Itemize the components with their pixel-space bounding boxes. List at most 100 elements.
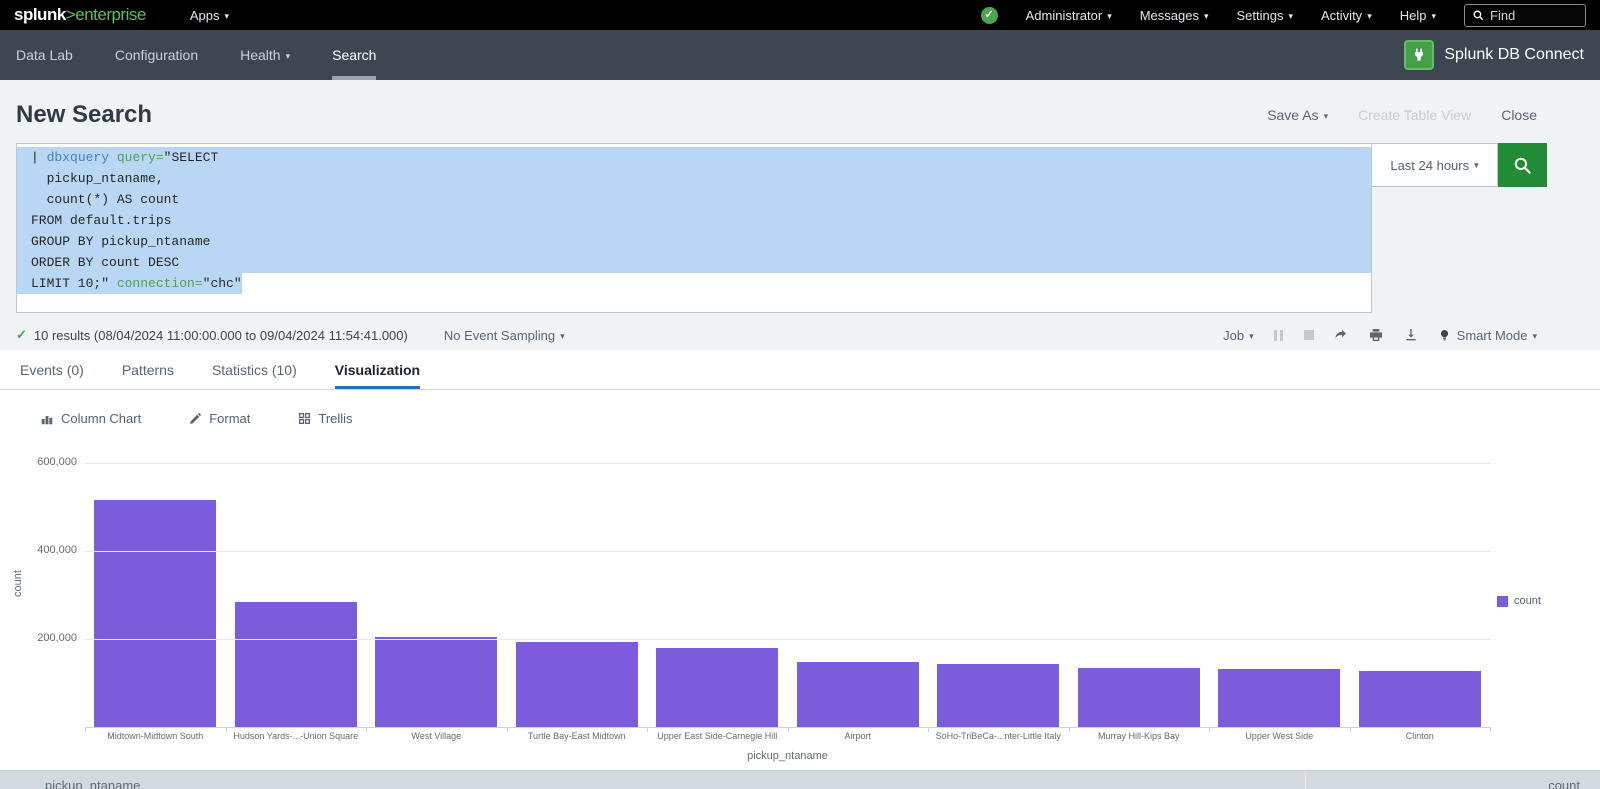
job-controls: Job Smart Mode (1223, 327, 1537, 343)
download-icon[interactable] (1403, 327, 1419, 343)
tab-patterns[interactable]: Patterns (122, 350, 174, 389)
search-query-input[interactable]: | dbxquery query="SELECT pickup_ntaname,… (16, 143, 1372, 313)
close-button[interactable]: Close (1501, 107, 1537, 123)
apps-menu[interactable]: Apps (190, 8, 229, 23)
gridline (85, 639, 1490, 640)
gridline (85, 463, 1490, 464)
splunk-logo[interactable]: splunk>enterprise (14, 5, 146, 25)
column-header-count[interactable]: count (1548, 778, 1580, 789)
find-box[interactable] (1464, 4, 1586, 27)
print-icon[interactable] (1368, 327, 1384, 343)
bar-upper-west-side[interactable] (1218, 669, 1340, 727)
bar-midtown-midtown-south[interactable] (94, 500, 216, 727)
x-tick (366, 727, 367, 732)
menu-help[interactable]: Help (1400, 8, 1436, 23)
results-summary: 10 results (08/04/2024 11:00:00.000 to 0… (34, 328, 408, 343)
run-search-button[interactable] (1498, 143, 1547, 187)
x-tick-label: Midtown-Midtown South (107, 731, 203, 741)
job-menu[interactable]: Job (1223, 328, 1254, 343)
header-links: Save As Create Table View Close (1267, 107, 1537, 123)
app-navbar: Data Lab Configuration Health Search Splunk… (0, 30, 1600, 80)
time-range-picker[interactable]: Last 24 hours (1372, 143, 1498, 187)
menu-settings[interactable]: Settings (1237, 8, 1294, 23)
bar-upper-east-side-carnegie-hill[interactable] (656, 648, 778, 727)
bar-slot: Clinton (1350, 463, 1491, 727)
bar-hudson-yards-union-square[interactable] (235, 602, 357, 727)
trellis-button[interactable]: Trellis (298, 411, 352, 426)
tab-visualization[interactable]: Visualization (335, 350, 420, 389)
create-table-view-button: Create Table View (1358, 107, 1471, 123)
topbar: splunk>enterprise Apps ✓ Administrator Me… (0, 0, 1600, 30)
search-mode-selector[interactable]: Smart Mode (1438, 328, 1537, 343)
x-tick (1490, 727, 1491, 732)
x-tick-label: Upper East Side-Carnegie Hill (657, 731, 777, 741)
db-connect-plug-icon (1404, 40, 1434, 70)
event-sampling-menu[interactable]: No Event Sampling (444, 328, 565, 343)
bar-airport[interactable] (797, 662, 919, 727)
format-button[interactable]: Format (189, 411, 250, 426)
bar-slot: Murray Hill-Kips Bay (1069, 463, 1210, 727)
x-tick (1350, 727, 1351, 732)
bar-turtle-bay-east-midtown[interactable] (516, 642, 638, 727)
header-row: New Search Save As Create Table View Clo… (16, 94, 1584, 136)
appnav-health[interactable]: Health (240, 30, 290, 80)
logo-brand: splunk (14, 5, 66, 24)
app-identity[interactable]: Splunk DB Connect (1404, 40, 1584, 70)
search-icon (1472, 9, 1485, 22)
share-icon[interactable] (1333, 327, 1349, 343)
x-tick (928, 727, 929, 732)
topbar-menus: Administrator Messages Settings Activity Hel… (1026, 8, 1436, 23)
statistics-table-header[interactable]: pickup_ntaname count (0, 770, 1600, 789)
query-line: GROUP BY pickup_ntaname (17, 231, 1371, 252)
chart-type-button[interactable]: Column Chart (40, 411, 141, 426)
status-check-icon[interactable]: ✓ (981, 7, 998, 24)
bar-clinton[interactable] (1359, 671, 1481, 727)
bar-west-village[interactable] (375, 637, 497, 727)
pencil-icon (189, 412, 202, 425)
y-tick-label: 600,000 (7, 456, 77, 468)
appnav-data-lab[interactable]: Data Lab (16, 30, 73, 80)
format-label: Format (209, 411, 250, 426)
appnav-configuration[interactable]: Configuration (115, 30, 198, 80)
save-as-button[interactable]: Save As (1267, 107, 1328, 123)
query-line: | dbxquery query="SELECT (17, 147, 1371, 168)
column-chart: count Midtown-Midtown SouthHudson Yards-… (0, 447, 1600, 770)
bar-slot: Upper West Side (1209, 463, 1350, 727)
bar-slot: Midtown-Midtown South (85, 463, 226, 727)
menu-administrator[interactable]: Administrator (1026, 8, 1112, 23)
bar-slot: Upper East Side-Carnegie Hill (647, 463, 788, 727)
results-check-icon: ✓ (16, 327, 27, 343)
x-tick-label: West Village (411, 731, 461, 741)
tab-statistics-10[interactable]: Statistics (10) (212, 350, 297, 389)
x-tick (788, 727, 789, 732)
mode-label: Smart Mode (1457, 328, 1537, 343)
find-input[interactable] (1490, 8, 1575, 23)
menu-messages[interactable]: Messages (1140, 8, 1209, 23)
y-tick-label: 400,000 (7, 544, 77, 556)
app-nav-items: Data Lab Configuration Health Search (16, 30, 418, 80)
trellis-label: Trellis (318, 411, 352, 426)
lightbulb-icon (1438, 328, 1451, 343)
menu-activity[interactable]: Activity (1321, 8, 1372, 23)
appnav-search[interactable]: Search (332, 30, 376, 80)
legend-label: count (1514, 595, 1541, 607)
query-line: pickup_ntaname, (17, 168, 1371, 189)
x-tick (85, 727, 86, 732)
logo-gt: > (66, 5, 75, 24)
trellis-grid-icon (298, 412, 311, 425)
chart-legend[interactable]: count (1497, 595, 1541, 607)
bar-slot: Turtle Bay-East Midtown (507, 463, 648, 727)
tab-events-0[interactable]: Events (0) (20, 350, 84, 389)
pause-icon[interactable] (1273, 330, 1285, 341)
x-tick (226, 727, 227, 732)
query-line: LIMIT 10;" connection="chc" (17, 273, 1371, 294)
y-axis-title: count (12, 570, 24, 597)
bar-soho-tribeca-nter-little-italy[interactable] (937, 664, 1059, 727)
results-tabs: Events (0) Patterns Statistics (10) Visuali… (0, 350, 1600, 390)
stop-icon[interactable] (1304, 330, 1314, 340)
bar-slot: West Village (366, 463, 507, 727)
viz-controls: Column Chart Format Trellis (0, 390, 1600, 447)
bar-murray-hill-kips-bay[interactable] (1078, 668, 1200, 727)
bar-slot: SoHo-TriBeCa-...nter-Little Italy (928, 463, 1069, 727)
column-header-pickup-ntaname[interactable]: pickup_ntaname (45, 778, 140, 789)
